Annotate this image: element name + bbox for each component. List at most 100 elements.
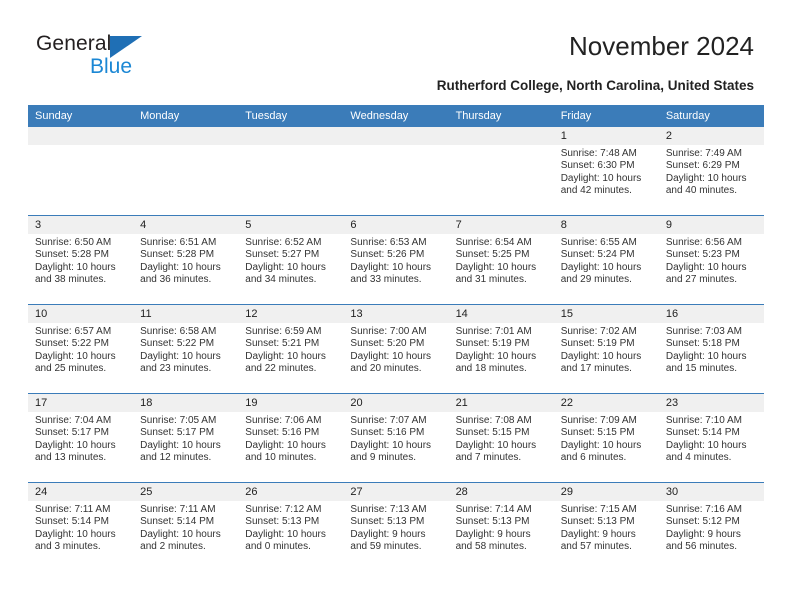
day-daylight-text: Daylight: 10 hours — [455, 350, 537, 362]
day-info: Sunrise: 6:59 AM Sunset: 5:21 PM Daylight:… — [238, 323, 343, 376]
day-sunset-text: Sunset: 5:19 PM — [560, 338, 635, 350]
day-info: Sunrise: 7:08 AM Sunset: 5:15 PM Daylight:… — [449, 412, 554, 465]
day-number: 3 — [28, 216, 134, 234]
day-info: Sunrise: 7:12 AM Sunset: 5:13 PM Daylight:… — [238, 501, 343, 554]
calendar-day-cell[interactable]: 9 Sunrise: 6:56 AM Sunset: 5:23 PM Daylight… — [658, 215, 764, 305]
day-sunset-text: Sunset: 5:19 PM — [455, 338, 530, 350]
day-sunset-text: Sunset: 5:18 PM — [665, 338, 740, 350]
calendar-day-cell[interactable]: 14 Sunrise: 7:01 AM Sunset: 5:19 PM Dayligh… — [448, 304, 554, 394]
day-number: 5 — [238, 216, 344, 234]
day-daylight-text: Daylight: 10 hours — [245, 261, 326, 273]
calendar-day-cell[interactable]: 17 Sunrise: 7:04 AM Sunset: 5:17 PM Dayligh… — [28, 393, 134, 483]
day-sunrise-text: Sunrise: 7:03 AM — [665, 326, 742, 337]
day-sunrise-text: Sunrise: 7:08 AM — [455, 415, 532, 426]
day-info: Sunrise: 7:00 AM Sunset: 5:20 PM Daylight:… — [343, 323, 448, 376]
day-sunrise-text: Sunrise: 7:05 AM — [140, 415, 217, 426]
day-daylight-text: Daylight: 9 hours — [665, 528, 741, 540]
day-box: 7 Sunrise: 6:54 AM Sunset: 5:25 PM Daylight… — [448, 216, 554, 304]
page-header: General Blue November 2024 Rutherford Co… — [0, 0, 792, 100]
day-info: Sunrise: 7:15 AM Sunset: 5:13 PM Daylight:… — [554, 501, 659, 554]
day-daylight-text: Daylight: 10 hours — [455, 439, 537, 451]
calendar-day-cell[interactable]: 23 Sunrise: 7:10 AM Sunset: 5:14 PM Dayligh… — [658, 393, 764, 483]
calendar-day-cell[interactable]: 13 Sunrise: 7:00 AM Sunset: 5:20 PM Dayligh… — [343, 304, 449, 394]
day-sunset-text: Sunset: 5:13 PM — [350, 516, 425, 528]
calendar-day-cell[interactable]: 18 Sunrise: 7:05 AM Sunset: 5:17 PM Dayligh… — [133, 393, 239, 483]
day-daylight-text: and 0 minutes. — [245, 541, 311, 553]
day-sunset-text: Sunset: 5:14 PM — [35, 516, 109, 528]
day-number: 13 — [343, 305, 449, 323]
day-number — [343, 127, 449, 145]
day-daylight-text: and 6 minutes. — [560, 452, 627, 464]
calendar-day-cell[interactable]: 29 Sunrise: 7:15 AM Sunset: 5:13 PM Dayligh… — [553, 482, 659, 571]
calendar-day-cell[interactable]: 7 Sunrise: 6:54 AM Sunset: 5:25 PM Daylight… — [448, 215, 554, 305]
day-box: 6 Sunrise: 6:53 AM Sunset: 5:26 PM Daylight… — [343, 216, 449, 304]
calendar-day-cell[interactable]: 6 Sunrise: 6:53 AM Sunset: 5:26 PM Daylight… — [343, 215, 449, 305]
day-sunset-text: Sunset: 5:28 PM — [140, 249, 215, 261]
calendar-day-cell[interactable]: 26 Sunrise: 7:12 AM Sunset: 5:13 PM Dayligh… — [238, 482, 344, 571]
day-daylight-text: and 59 minutes. — [350, 541, 422, 553]
calendar-week-row: 10 Sunrise: 6:57 AM Sunset: 5:22 PM Dayligh… — [28, 304, 764, 394]
day-sunrise-text: Sunrise: 6:52 AM — [245, 237, 322, 248]
day-number — [133, 127, 239, 145]
general-blue-logo[interactable]: General Blue — [36, 32, 216, 84]
calendar-day-cell[interactable]: 2 Sunrise: 7:49 AM Sunset: 6:29 PM Daylight… — [658, 127, 764, 216]
calendar-day-cell[interactable]: 15 Sunrise: 7:02 AM Sunset: 5:19 PM Dayligh… — [553, 304, 659, 394]
day-sunrise-text: Sunrise: 7:14 AM — [455, 504, 532, 515]
day-sunset-text: Sunset: 5:22 PM — [140, 338, 215, 350]
calendar-day-cell[interactable]: 24 Sunrise: 7:11 AM Sunset: 5:14 PM Dayligh… — [28, 482, 134, 571]
day-daylight-text: and 22 minutes. — [245, 363, 317, 375]
calendar-day-cell[interactable]: 4 Sunrise: 6:51 AM Sunset: 5:28 PM Daylight… — [133, 215, 239, 305]
calendar-day-cell[interactable]: 25 Sunrise: 7:11 AM Sunset: 5:14 PM Dayligh… — [133, 482, 239, 571]
calendar-day-cell[interactable]: 10 Sunrise: 6:57 AM Sunset: 5:22 PM Dayligh… — [28, 304, 134, 394]
day-sunset-text: Sunset: 5:22 PM — [35, 338, 109, 350]
day-box: 2 Sunrise: 7:49 AM Sunset: 6:29 PM Daylight… — [658, 127, 764, 215]
day-info: Sunrise: 7:10 AM Sunset: 5:14 PM Daylight:… — [659, 412, 764, 465]
calendar-day-cell[interactable]: 30 Sunrise: 7:16 AM Sunset: 5:12 PM Dayligh… — [658, 482, 764, 571]
day-number: 19 — [238, 394, 344, 412]
day-info: Sunrise: 7:48 AM Sunset: 6:30 PM Daylight:… — [554, 145, 659, 198]
day-number: 10 — [28, 305, 134, 323]
calendar-day-cell[interactable]: 8 Sunrise: 6:55 AM Sunset: 5:24 PM Daylight… — [553, 215, 659, 305]
day-daylight-text: Daylight: 10 hours — [560, 439, 642, 451]
calendar-day-cell[interactable]: 11 Sunrise: 6:58 AM Sunset: 5:22 PM Dayligh… — [133, 304, 239, 394]
calendar-day-cell[interactable]: 19 Sunrise: 7:06 AM Sunset: 5:16 PM Dayligh… — [238, 393, 344, 483]
calendar-day-cell[interactable]: 16 Sunrise: 7:03 AM Sunset: 5:18 PM Dayligh… — [658, 304, 764, 394]
day-number: 17 — [28, 394, 134, 412]
calendar-day-cell[interactable]: 22 Sunrise: 7:09 AM Sunset: 5:15 PM Dayligh… — [553, 393, 659, 483]
day-sunset-text: Sunset: 5:16 PM — [350, 427, 425, 439]
day-daylight-text: and 12 minutes. — [140, 452, 212, 464]
calendar-day-cell[interactable]: 12 Sunrise: 6:59 AM Sunset: 5:21 PM Dayligh… — [238, 304, 344, 394]
calendar-day-cell[interactable]: 28 Sunrise: 7:14 AM Sunset: 5:13 PM Dayligh… — [448, 482, 554, 571]
day-daylight-text: Daylight: 10 hours — [665, 350, 747, 362]
day-daylight-text: and 56 minutes. — [665, 541, 738, 553]
day-daylight-text: Daylight: 10 hours — [140, 261, 221, 273]
day-sunset-text: Sunset: 5:20 PM — [350, 338, 425, 350]
day-sunset-text: Sunset: 5:23 PM — [665, 249, 740, 261]
calendar-day-cell[interactable]: 27 Sunrise: 7:13 AM Sunset: 5:13 PM Dayligh… — [343, 482, 449, 571]
calendar-day-cell[interactable]: 20 Sunrise: 7:07 AM Sunset: 5:16 PM Dayligh… — [343, 393, 449, 483]
weekday-header-saturday: Saturday — [658, 105, 764, 127]
calendar-day-cell[interactable]: 3 Sunrise: 6:50 AM Sunset: 5:28 PM Daylight… — [28, 215, 134, 305]
day-daylight-text: Daylight: 9 hours — [350, 528, 426, 540]
day-box: 1 Sunrise: 7:48 AM Sunset: 6:30 PM Daylight… — [553, 127, 659, 215]
day-sunrise-text: Sunrise: 7:01 AM — [455, 326, 532, 337]
calendar-day-cell[interactable]: 1 Sunrise: 7:48 AM Sunset: 6:30 PM Daylight… — [553, 127, 659, 216]
day-sunset-text: Sunset: 5:15 PM — [560, 427, 635, 439]
day-number: 12 — [238, 305, 344, 323]
sunrise-sunset-calendar: Sunday Monday Tuesday Wednesday Thursday… — [28, 105, 764, 571]
day-info: Sunrise: 7:49 AM Sunset: 6:29 PM Daylight:… — [659, 145, 764, 198]
day-sunset-text: Sunset: 5:13 PM — [455, 516, 530, 528]
day-info: Sunrise: 7:05 AM Sunset: 5:17 PM Daylight:… — [133, 412, 238, 465]
calendar-day-cell[interactable]: 5 Sunrise: 6:52 AM Sunset: 5:27 PM Daylight… — [238, 215, 344, 305]
day-number: 16 — [658, 305, 764, 323]
day-daylight-text: Daylight: 10 hours — [140, 350, 221, 362]
day-number: 4 — [133, 216, 239, 234]
day-sunrise-text: Sunrise: 6:57 AM — [35, 326, 112, 337]
day-daylight-text: Daylight: 10 hours — [665, 261, 747, 273]
day-box — [133, 127, 239, 215]
day-sunset-text: Sunset: 5:13 PM — [245, 516, 320, 528]
day-box: 3 Sunrise: 6:50 AM Sunset: 5:28 PM Daylight… — [28, 216, 134, 304]
day-sunset-text: Sunset: 5:21 PM — [245, 338, 320, 350]
calendar-day-cell[interactable]: 21 Sunrise: 7:08 AM Sunset: 5:15 PM Dayligh… — [448, 393, 554, 483]
day-info: Sunrise: 7:04 AM Sunset: 5:17 PM Daylight:… — [28, 412, 133, 465]
